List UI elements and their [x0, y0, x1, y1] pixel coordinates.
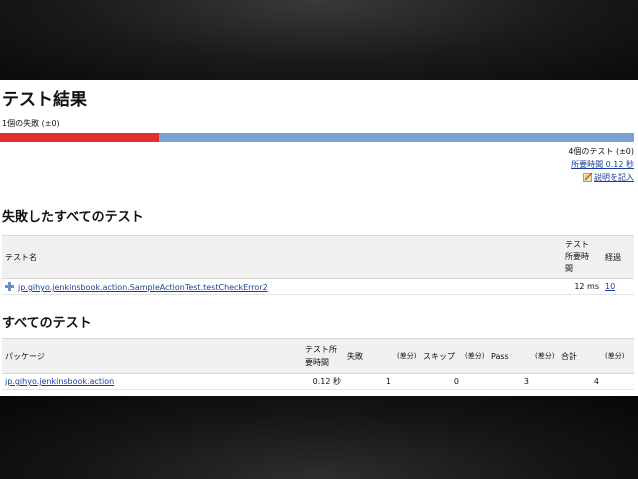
table-row: jp.gihyo.jenkinsbook.action.SampleAction…	[2, 278, 634, 295]
failed-test-age-link[interactable]: 10	[605, 282, 615, 291]
failed-tests-table: テスト名 テスト 所要時 間 経過 jp.gihyo.jenkinsbook.a…	[2, 235, 634, 295]
package-fail-count: 1	[344, 373, 394, 390]
failed-test-duration: 12 ms	[562, 278, 602, 295]
edit-description-icon[interactable]	[583, 172, 593, 182]
col-fail[interactable]: 失敗	[344, 338, 394, 374]
progress-fail-segment	[0, 133, 159, 142]
all-tests-header-row: パッケージ テスト所 要時間 失敗 (差分) スキップ (差分) Pass (差…	[2, 338, 634, 374]
col-age[interactable]: 経過	[602, 235, 634, 279]
col-package-duration[interactable]: テスト所 要時間	[302, 338, 344, 374]
failed-tests-heading: 失敗したすべてのテスト	[2, 210, 144, 225]
all-tests-table: パッケージ テスト所 要時間 失敗 (差分) スキップ (差分) Pass (差…	[2, 338, 634, 390]
backdrop-bottom	[0, 396, 638, 479]
col-pass[interactable]: Pass	[488, 338, 532, 374]
package-link[interactable]: jp.gihyo.jenkinsbook.action	[5, 377, 114, 386]
col-total-diff[interactable]: (差分)	[602, 338, 634, 374]
col-total[interactable]: 合計	[558, 338, 602, 374]
failed-test-link[interactable]: jp.gihyo.jenkinsbook.action.SampleAction…	[18, 283, 268, 292]
expand-plus-icon[interactable]	[5, 282, 14, 291]
package-skip-count: 0	[420, 373, 462, 390]
package-duration: 0.12 秒	[302, 373, 344, 390]
failed-tests-header-row: テスト名 テスト 所要時 間 経過	[2, 235, 634, 279]
col-test-name[interactable]: テスト名	[2, 235, 562, 279]
progress-pass-segment	[158, 133, 634, 142]
page-title: テスト結果	[2, 90, 87, 110]
test-progress-bar	[0, 133, 634, 142]
table-row: jp.gihyo.jenkinsbook.action 0.12 秒 1 0 3…	[2, 373, 634, 390]
add-description-link[interactable]: 説明を記入	[594, 173, 634, 182]
col-skip-diff[interactable]: (差分)	[462, 338, 488, 374]
package-pass-count: 3	[488, 373, 532, 390]
col-skip[interactable]: スキップ	[420, 338, 462, 374]
col-test-duration[interactable]: テスト 所要時 間	[562, 235, 602, 279]
col-package[interactable]: パッケージ	[2, 338, 302, 374]
test-result-page: テスト結果 1個の失敗 (±0) 4個のテスト (±0) 所要時間 0.12 秒…	[0, 80, 638, 396]
col-pass-diff[interactable]: (差分)	[532, 338, 558, 374]
fail-summary: 1個の失敗 (±0)	[2, 119, 60, 128]
test-count: 4個のテスト (±0)	[568, 147, 634, 156]
backdrop-top	[0, 0, 638, 80]
summary-right-panel: 4個のテスト (±0) 所要時間 0.12 秒 説明を記入	[568, 145, 634, 184]
all-tests-heading: すべてのテスト	[2, 316, 92, 331]
package-total-count: 4	[558, 373, 602, 390]
col-fail-diff[interactable]: (差分)	[394, 338, 420, 374]
duration-link[interactable]: 所要時間 0.12 秒	[571, 160, 634, 169]
